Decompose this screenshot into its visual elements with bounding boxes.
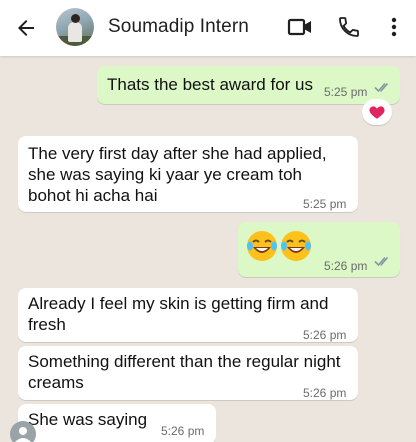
- video-call-icon[interactable]: [287, 15, 313, 39]
- message-time: 5:25 pm: [303, 197, 347, 211]
- more-vert-icon[interactable]: [386, 15, 402, 39]
- incoming-message[interactable]: She was saying 5:26 pm: [18, 404, 216, 442]
- incoming-message[interactable]: The very first day after she had applied…: [18, 136, 358, 212]
- message-time: 5:26 pm: [303, 328, 347, 342]
- incoming-message[interactable]: Already I feel my skin is getting firm a…: [18, 288, 358, 342]
- message-text: Something different than the regular nig…: [28, 352, 341, 392]
- chat-header: Soumadip Intern: [0, 0, 416, 56]
- avatar[interactable]: [56, 8, 94, 46]
- message-time: 5:25 pm: [324, 85, 368, 99]
- incoming-message[interactable]: Something different than the regular nig…: [18, 346, 358, 400]
- outgoing-message[interactable]: Thats the best award for us 5:25 pm: [97, 66, 400, 104]
- contact-name[interactable]: Soumadip Intern: [108, 16, 249, 38]
- back-arrow-icon[interactable]: [14, 16, 38, 40]
- outgoing-message[interactable]: 5:26 pm: [238, 222, 400, 277]
- sender-avatar-icon[interactable]: [10, 421, 36, 442]
- heart-icon: [369, 106, 385, 119]
- message-text: The very first day after she had applied…: [28, 144, 327, 205]
- laughing-tears-emoji: [281, 231, 311, 261]
- message-text: Thats the best award for us: [107, 75, 313, 94]
- message-text: She was saying: [28, 410, 148, 429]
- laughing-tears-emoji: [247, 231, 277, 261]
- chat-area[interactable]: Thats the best award for us 5:25 pm The …: [0, 56, 416, 442]
- message-time: 5:26 pm: [303, 386, 347, 400]
- reaction-badge[interactable]: [362, 99, 392, 125]
- message-time: 5:26 pm: [324, 259, 368, 273]
- read-ticks-icon: [374, 82, 389, 93]
- read-ticks-icon: [374, 256, 389, 267]
- message-time: 5:26 pm: [161, 424, 205, 438]
- message-text: Already I feel my skin is getting firm a…: [28, 294, 329, 334]
- phone-icon[interactable]: [337, 15, 361, 39]
